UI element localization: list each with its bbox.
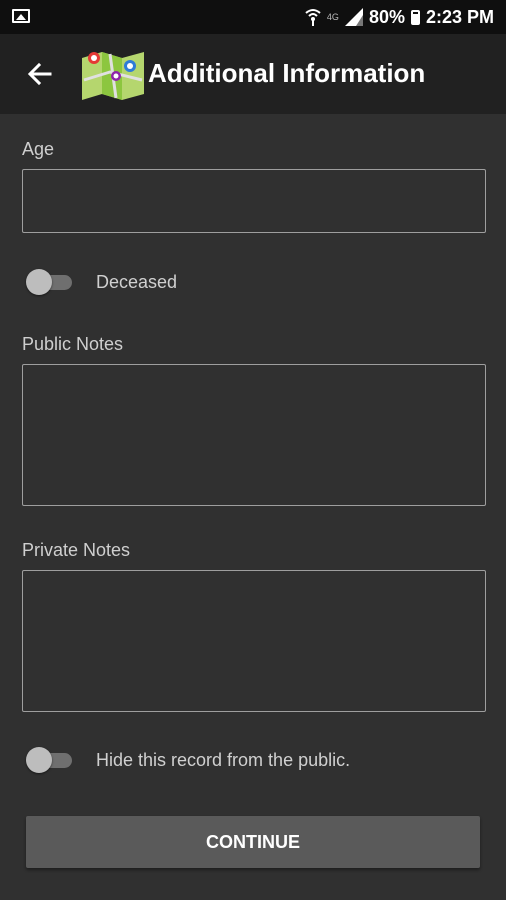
image-icon — [12, 9, 30, 23]
age-input[interactable] — [22, 169, 486, 233]
back-arrow-icon[interactable] — [24, 58, 56, 90]
private-notes-label: Private Notes — [22, 540, 131, 560]
hide-record-toggle[interactable] — [26, 747, 74, 773]
continue-button[interactable]: CONTINUE — [26, 816, 480, 868]
battery-icon — [410, 9, 420, 25]
deceased-toggle[interactable] — [26, 269, 74, 295]
battery-percent: 80% — [368, 6, 405, 27]
hide-record-label: Hide this record from the public. — [96, 750, 351, 770]
app-bar: Additional Information — [0, 34, 506, 114]
toggle-thumb — [26, 747, 52, 773]
public-notes-label: Public Notes — [22, 334, 124, 354]
network-type: 4G — [326, 12, 339, 22]
signal-icon — [344, 8, 363, 26]
page-title: Additional Information — [148, 58, 426, 88]
age-label: Age — [22, 139, 55, 159]
wifi-icon — [305, 9, 321, 26]
status-icons: 4G 80% 2:23 PM — [305, 0, 494, 34]
private-notes-input[interactable] — [22, 570, 486, 712]
public-notes-input[interactable] — [22, 364, 486, 506]
map-logo-icon — [82, 52, 144, 100]
status-bar: 4G 80% 2:23 PM — [0, 0, 506, 34]
clock: 2:23 PM — [425, 6, 494, 27]
toggle-thumb — [26, 269, 52, 295]
deceased-label: Deceased — [96, 272, 178, 292]
